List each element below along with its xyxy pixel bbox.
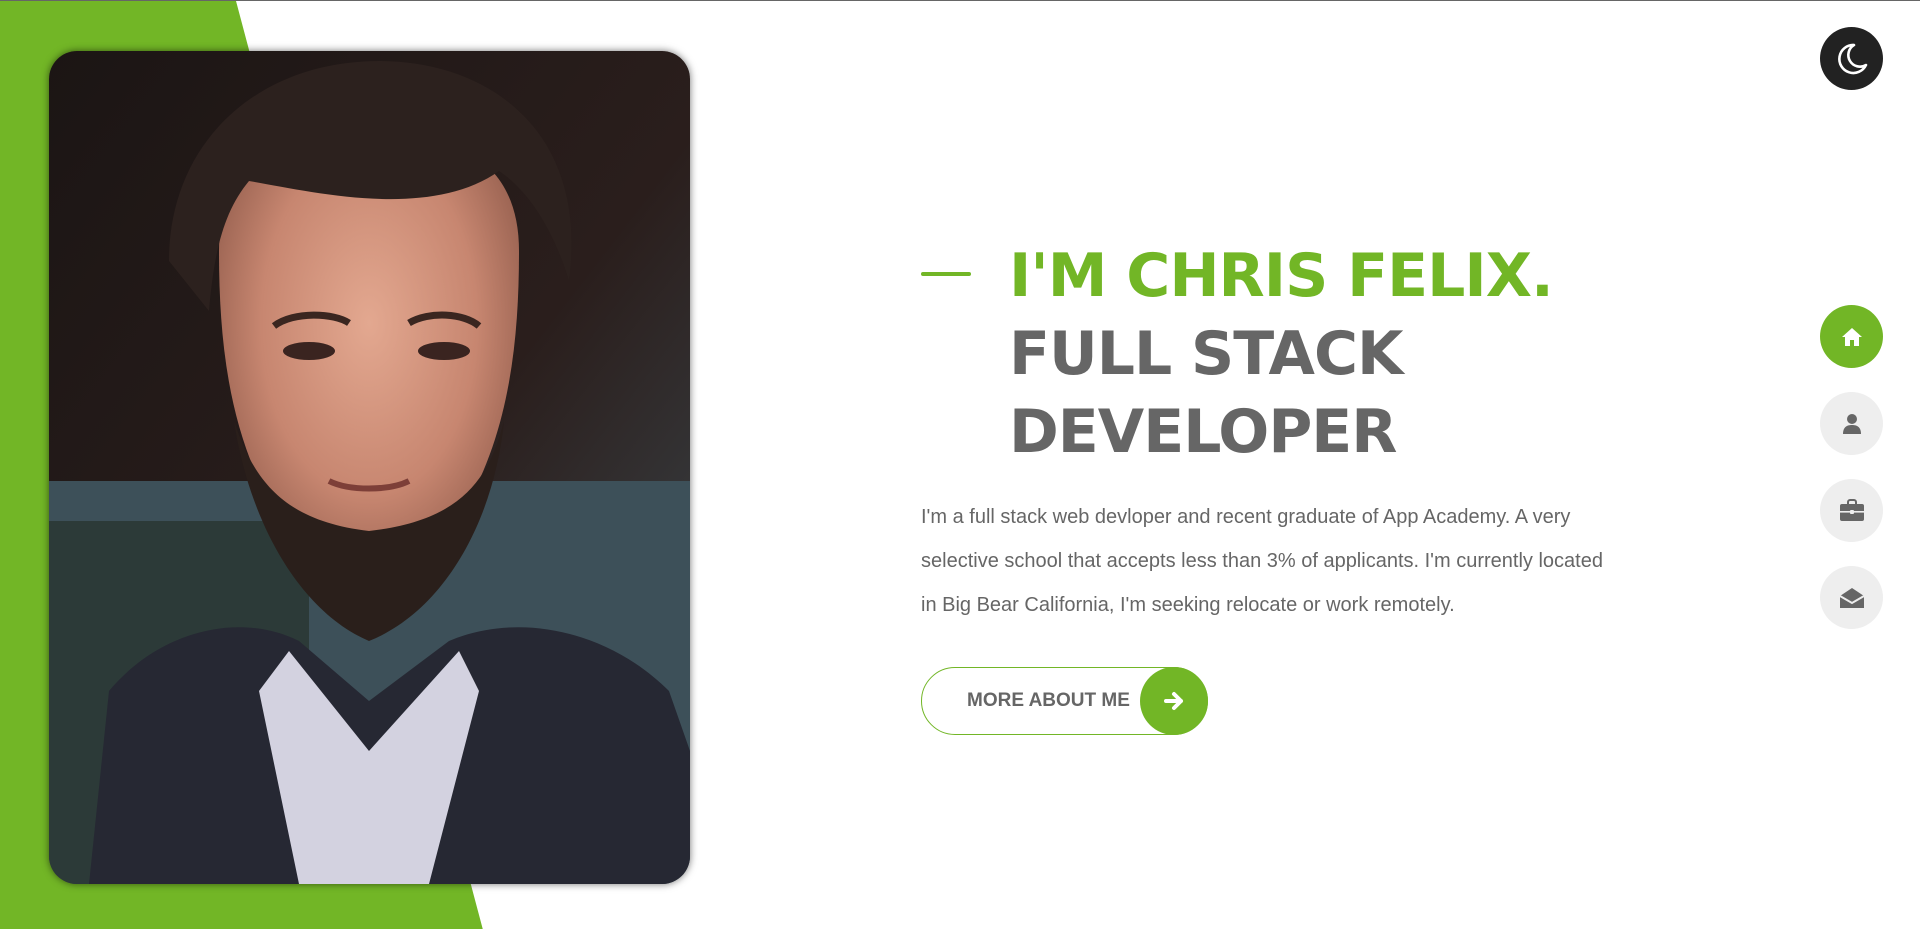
- user-icon: [1842, 413, 1861, 434]
- home-page: I'M CHRIS FELIX. FULL STACK DEVELOPER I'…: [0, 0, 1920, 929]
- arrow-right-icon: [1140, 667, 1208, 735]
- nav-portfolio[interactable]: [1820, 479, 1883, 542]
- nav-home[interactable]: [1820, 305, 1883, 368]
- nav-about[interactable]: [1820, 392, 1883, 455]
- nav-contact[interactable]: [1820, 566, 1883, 629]
- envelope-open-icon: [1838, 587, 1865, 608]
- hero-role-line-2: DEVELOPER: [1009, 397, 1397, 467]
- home-icon: [1841, 327, 1862, 346]
- side-navigation: [1820, 305, 1883, 653]
- dark-mode-toggle[interactable]: [1820, 27, 1883, 90]
- moon-icon: [1837, 43, 1867, 74]
- profile-photo: [49, 51, 690, 884]
- heading-dash: [921, 272, 971, 276]
- briefcase-icon: [1839, 498, 1864, 521]
- more-about-me-button[interactable]: MORE ABOUT ME: [921, 667, 1208, 735]
- intro-section: I'M CHRIS FELIX. FULL STACK DEVELOPER I'…: [921, 237, 1621, 735]
- hero-role-line-1: FULL STACK: [1009, 319, 1404, 389]
- hero-heading: I'M CHRIS FELIX. FULL STACK DEVELOPER: [921, 237, 1621, 471]
- hero-name: I'M CHRIS FELIX.: [1009, 241, 1554, 311]
- more-about-me-label: MORE ABOUT ME: [967, 690, 1130, 711]
- hero-bio: I'm a full stack web devloper and recent…: [921, 506, 1603, 616]
